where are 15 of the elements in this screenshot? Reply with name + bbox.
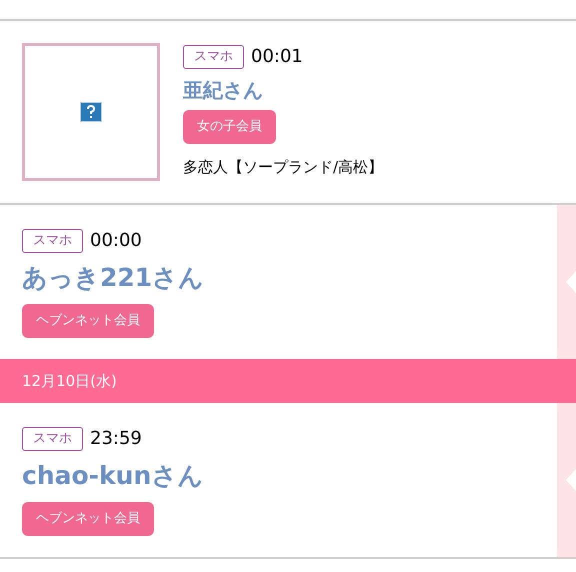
device-badge: スマホ bbox=[22, 228, 83, 252]
member-badge: ヘブンネット会員 bbox=[22, 502, 154, 536]
arrow-icon bbox=[566, 469, 576, 491]
shop-name[interactable]: 多恋人【ソープランド/高松】 bbox=[183, 156, 384, 178]
post-time: 00:00 bbox=[90, 229, 142, 253]
device-badge: スマホ bbox=[22, 426, 83, 450]
arrow-icon bbox=[566, 271, 576, 293]
device-badge: スマホ bbox=[183, 44, 244, 68]
message-card[interactable]: スマホ 23:59 chao-kunさん ヘブンネット会員 bbox=[0, 403, 576, 559]
post-time: 23:59 bbox=[90, 427, 142, 451]
broken-image-icon bbox=[80, 102, 102, 122]
member-badge: 女の子会員 bbox=[183, 110, 276, 144]
post-time: 00:01 bbox=[251, 45, 303, 69]
date-label: 12月10日(水) bbox=[22, 370, 117, 392]
member-badge: ヘブンネット会員 bbox=[22, 304, 154, 338]
